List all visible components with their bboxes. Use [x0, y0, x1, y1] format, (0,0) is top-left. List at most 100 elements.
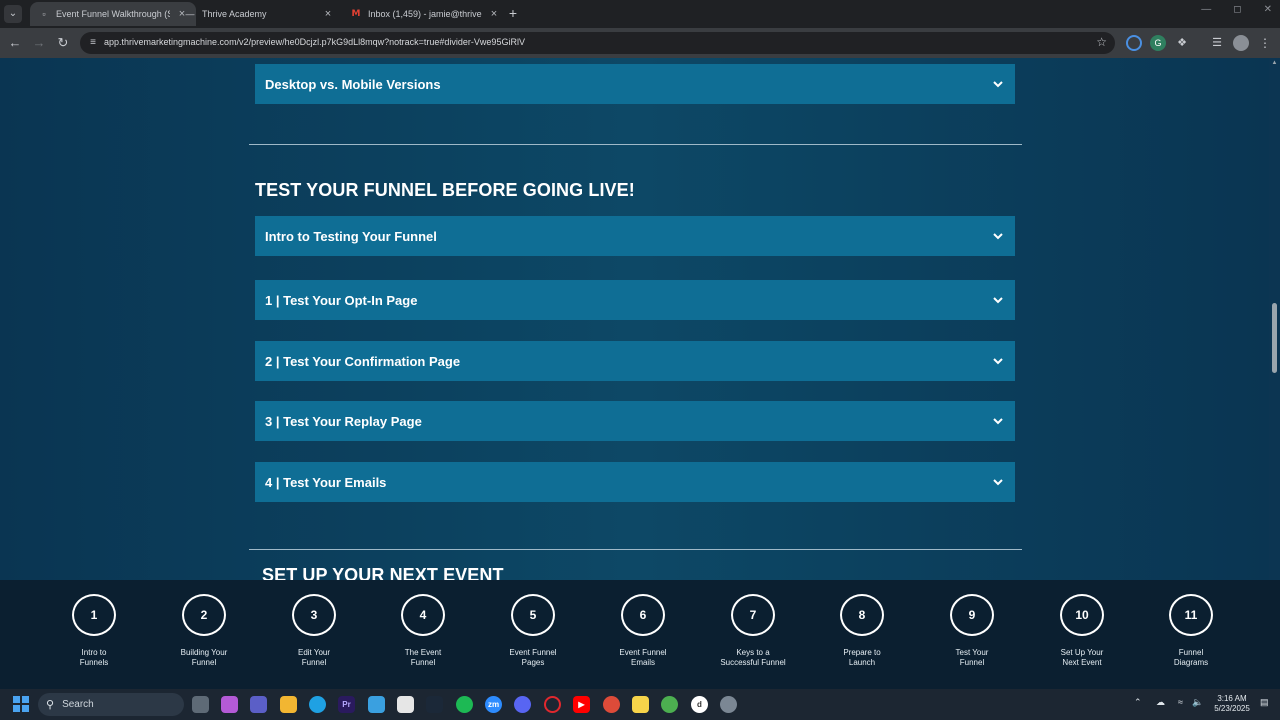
media-control-icon[interactable]: ☰	[1209, 35, 1225, 51]
youtube-icon[interactable]: ▶	[573, 696, 590, 713]
file-explorer-icon[interactable]	[280, 696, 297, 713]
page-content: Desktop vs. Mobile Versions TEST YOUR FU…	[0, 58, 1269, 580]
chevron-down-icon	[993, 418, 1003, 425]
grammarly-icon[interactable]: G	[1150, 35, 1166, 51]
scroll-up-icon[interactable]: ▲	[1271, 60, 1278, 66]
step-3[interactable]: 3 Edit Your Funnel	[259, 594, 369, 668]
chevron-up-icon[interactable]: ⌃	[1134, 697, 1142, 708]
chevron-down-icon	[993, 479, 1003, 486]
taskbar-search[interactable]: ⚲ Search	[38, 693, 184, 716]
tab-title: Event Funnel Walkthrough (STA	[56, 9, 170, 19]
step-label: The Event Funnel	[404, 648, 442, 667]
reload-icon[interactable]: ↻	[54, 34, 72, 52]
copilot-icon[interactable]	[221, 696, 238, 713]
chevron-down-icon	[993, 233, 1003, 240]
discord-icon[interactable]	[514, 696, 531, 713]
settings-gear-icon[interactable]	[720, 696, 737, 713]
cloud-icon[interactable]: ☁	[1156, 697, 1165, 708]
step-number: 10	[1060, 594, 1104, 636]
task-view-icon[interactable]	[192, 696, 209, 713]
edge-icon[interactable]	[309, 696, 326, 713]
close-icon[interactable]: ×	[488, 8, 500, 20]
steam-icon[interactable]	[426, 696, 443, 713]
sticky-notes-icon[interactable]	[632, 696, 649, 713]
scrollbar-thumb[interactable]	[1272, 303, 1277, 373]
bookmark-star-icon[interactable]: ☆	[1096, 35, 1107, 49]
gmail-icon: M	[351, 9, 361, 19]
accordion-desktop-vs-mobile[interactable]: Desktop vs. Mobile Versions	[255, 64, 1015, 104]
step-1[interactable]: 1 Intro to Funnels	[39, 594, 149, 668]
windows-start-icon[interactable]	[13, 696, 29, 712]
system-clock[interactable]: 3:16 AM 5/23/2025	[1206, 694, 1258, 714]
teams-icon[interactable]	[250, 696, 267, 713]
step-8[interactable]: 8 Prepare to Launch	[807, 594, 917, 668]
step-number: 6	[621, 594, 665, 636]
accordion-label: 4 | Test Your Emails	[265, 474, 387, 490]
restore-icon[interactable]: ◻	[1233, 4, 1241, 15]
extension-icon[interactable]	[1126, 35, 1142, 51]
window-controls: — ◻ ✕	[1201, 4, 1272, 15]
step-number: 2	[182, 594, 226, 636]
back-icon[interactable]: ←	[6, 34, 24, 52]
step-label: Intro to Funnels	[79, 648, 109, 667]
step-label: Building Your Funnel	[180, 648, 228, 667]
step-number: 4	[401, 594, 445, 636]
spotify-icon[interactable]	[456, 696, 473, 713]
tab-search-button[interactable]: ⌄	[4, 5, 22, 23]
premiere-pro-icon[interactable]: Pr	[338, 696, 355, 713]
store-icon[interactable]	[397, 696, 414, 713]
site-info-icon[interactable]: ≡	[86, 36, 100, 50]
chrome-profile-icon[interactable]	[661, 696, 678, 713]
accordion-label: 2 | Test Your Confirmation Page	[265, 353, 461, 369]
url-text[interactable]: app.thrivemarketingmachine.com/v2/previe…	[104, 37, 525, 47]
search-icon: ⚲	[46, 699, 55, 711]
clock-time: 3:16 AM	[1217, 694, 1247, 703]
menu-kebab-icon[interactable]: ⋮	[1257, 35, 1273, 51]
browser-toolbar: ← → ↻ ≡ app.thrivemarketingmachine.com/v…	[0, 28, 1280, 58]
wifi-icon[interactable]: ≈	[1178, 697, 1183, 707]
page-scrollbar[interactable]: ▲	[1269, 58, 1280, 580]
chrome-icon[interactable]	[603, 696, 620, 713]
opera-icon[interactable]	[544, 696, 561, 713]
close-icon[interactable]: ×	[322, 8, 334, 20]
address-bar[interactable]: ≡ app.thrivemarketingmachine.com/v2/prev…	[80, 32, 1115, 54]
minimize-icon[interactable]: —	[1201, 4, 1211, 15]
volume-icon[interactable]: 🔈	[1192, 697, 1203, 708]
step-10[interactable]: 10 Set Up Your Next Event	[1027, 594, 1137, 668]
accordion-label: 3 | Test Your Replay Page	[265, 413, 422, 429]
accordion-intro-testing[interactable]: Intro to Testing Your Funnel	[255, 216, 1015, 256]
extensions-puzzle-icon[interactable]: ❖	[1174, 35, 1190, 51]
section-divider	[249, 144, 1022, 145]
notification-bell-icon[interactable]: ▤	[1260, 697, 1269, 708]
tab-event-funnel-walkthrough[interactable]: ▫ Event Funnel Walkthrough (STA ×	[30, 2, 196, 26]
profile-avatar[interactable]	[1233, 35, 1249, 51]
accordion-test-replay[interactable]: 3 | Test Your Replay Page	[255, 401, 1015, 441]
tab-title: Thrive Academy	[202, 9, 267, 19]
forward-icon[interactable]: →	[30, 34, 48, 52]
page-icon: ▫	[42, 9, 46, 19]
step-6[interactable]: 6 Event Funnel Emails	[588, 594, 698, 668]
tab-inbox[interactable]: M Inbox (1,459) - jamie@thrive-a ×	[342, 2, 508, 26]
tab-strip: ⌄ ▫ Event Funnel Walkthrough (STA × — Th…	[0, 0, 1280, 28]
accordion-test-opt-in[interactable]: 1 | Test Your Opt-In Page	[255, 280, 1015, 320]
app-d-icon[interactable]: d	[691, 696, 708, 713]
tab-thrive-academy[interactable]: — Thrive Academy ×	[176, 2, 342, 26]
accordion-test-emails[interactable]: 4 | Test Your Emails	[255, 462, 1015, 502]
step-7[interactable]: 7 Keys to a Successful Funnel	[698, 594, 808, 668]
step-11[interactable]: 11 Funnel Diagrams	[1136, 594, 1246, 668]
step-label: Set Up Your Next Event	[1060, 648, 1104, 667]
step-number: 1	[72, 594, 116, 636]
zoom-icon[interactable]: zm	[485, 696, 502, 713]
clock-date: 5/23/2025	[1214, 704, 1250, 713]
chevron-down-icon	[993, 358, 1003, 365]
step-9[interactable]: 9 Test Your Funnel	[917, 594, 1027, 668]
step-4[interactable]: 4 The Event Funnel	[368, 594, 478, 668]
accordion-test-confirmation[interactable]: 2 | Test Your Confirmation Page	[255, 341, 1015, 381]
close-window-icon[interactable]: ✕	[1264, 4, 1272, 15]
step-navigation: 1 Intro to Funnels 2 Building Your Funne…	[0, 580, 1280, 689]
new-tab-button[interactable]: +	[505, 5, 521, 21]
step-label: Keys to a Successful Funnel	[720, 648, 786, 667]
photos-icon[interactable]	[368, 696, 385, 713]
step-5[interactable]: 5 Event Funnel Pages	[478, 594, 588, 668]
step-2[interactable]: 2 Building Your Funnel	[149, 594, 259, 668]
